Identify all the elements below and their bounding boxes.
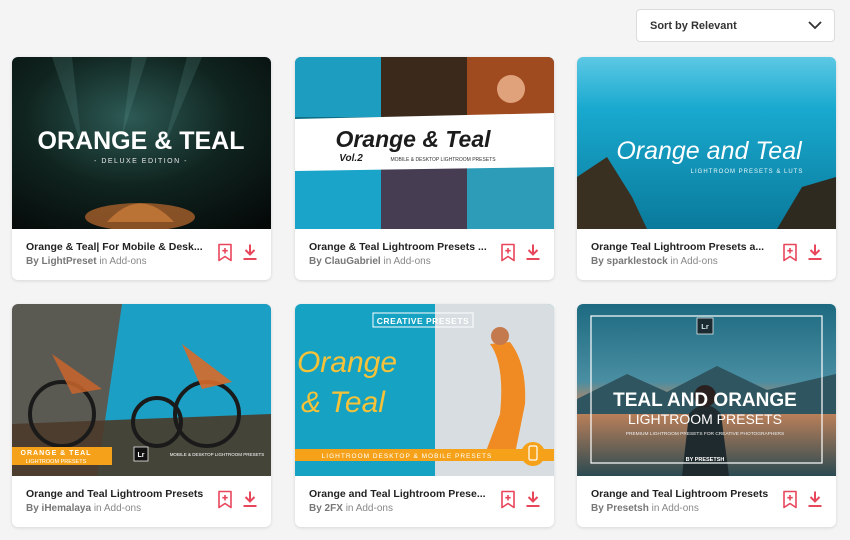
item-thumbnail[interactable]: Lr TEAL AND ORANGE LIGHTROOM PRESETS PRE… [577, 304, 836, 476]
art-headline: ORANGE & TEAL [38, 127, 245, 155]
item-author[interactable]: By 2FX [309, 503, 343, 514]
art-subline: LIGHTROOM PRESETS & LUTS [691, 169, 804, 175]
item-card[interactable]: ORANGE & TEAL - DELUXE EDITION - Orange … [12, 57, 271, 280]
item-category: in Add-ons [345, 503, 393, 514]
sort-label: Sort by Relevant [650, 19, 737, 32]
item-title[interactable]: Orange and Teal Lightroom Presets [591, 488, 781, 500]
art-headline: Orange [297, 346, 397, 379]
item-thumbnail[interactable]: Orange and Teal LIGHTROOM PRESETS & LUTS [577, 57, 836, 229]
item-author[interactable]: By ClauGabriel [309, 256, 381, 267]
item-card[interactable]: Lr TEAL AND ORANGE LIGHTROOM PRESETS PRE… [577, 304, 836, 527]
download-icon[interactable] [242, 490, 260, 510]
item-thumbnail[interactable]: CREATIVE PRESETS Orange & Teal LIGHTROOM… [295, 304, 554, 476]
item-title[interactable]: Orange Teal Lightroom Presets a... [591, 241, 781, 253]
sort-dropdown[interactable]: Sort by Relevant [636, 9, 835, 42]
art-headline: ORANGE & TEAL [21, 450, 92, 457]
art-badge: Lr [701, 322, 709, 331]
item-thumbnail[interactable]: ORANGE & TEAL LIGHTROOM PRESETS Lr MOBIL… [12, 304, 271, 476]
bookmark-add-icon[interactable] [217, 243, 235, 263]
item-thumbnail[interactable]: ORANGE & TEAL - DELUXE EDITION - [12, 57, 271, 229]
item-card[interactable]: CREATIVE PRESETS Orange & Teal LIGHTROOM… [295, 304, 554, 527]
art-headline: Orange & Teal [335, 126, 491, 152]
art-subline: LIGHTROOM PRESETS [26, 459, 87, 465]
bookmark-add-icon[interactable] [782, 243, 800, 263]
chevron-down-icon [808, 21, 822, 30]
bookmark-add-icon[interactable] [782, 490, 800, 510]
item-title[interactable]: Orange and Teal Lightroom Presets [26, 488, 216, 500]
download-icon[interactable] [807, 490, 825, 510]
art-subline: MOBILE & DESKTOP LIGHTROOM PRESETS [390, 157, 496, 163]
art-byline: BY PRESETSH [686, 457, 725, 463]
bookmark-add-icon[interactable] [500, 490, 518, 510]
download-icon[interactable] [525, 490, 543, 510]
item-card[interactable]: Orange & Teal Vol.2 MOBILE & DESKTOP LIG… [295, 57, 554, 280]
item-card[interactable]: Orange and Teal LIGHTROOM PRESETS & LUTS… [577, 57, 836, 280]
art-subline: LIGHTROOM DESKTOP & MOBILE PRESETS [322, 453, 493, 460]
item-title[interactable]: Orange and Teal Lightroom Prese... [309, 488, 499, 500]
art-headline-2: & Teal [301, 386, 386, 419]
item-author[interactable]: By iHemalaya [26, 503, 91, 514]
item-author[interactable]: By Presetsh [591, 503, 649, 514]
art-headline: Orange and Teal [616, 137, 803, 165]
art-right-text: MOBILE & DESKTOP LIGHTROOM PRESETS [170, 452, 265, 457]
item-category: in Add-ons [99, 256, 147, 267]
item-author[interactable]: By sparklestock [591, 256, 668, 267]
art-headline: TEAL AND ORANGE [613, 390, 797, 411]
item-thumbnail[interactable]: Orange & Teal Vol.2 MOBILE & DESKTOP LIG… [295, 57, 554, 229]
art-tag: Vol.2 [339, 153, 363, 164]
item-category: in Add-ons [670, 256, 718, 267]
art-subline: PREMIUM LIGHTROOM PRESETS FOR CREATIVE P… [626, 431, 784, 437]
art-headline-2: LIGHTROOM PRESETS [628, 411, 782, 427]
art-tag: CREATIVE PRESETS [377, 316, 469, 326]
item-card[interactable]: ORANGE & TEAL LIGHTROOM PRESETS Lr MOBIL… [12, 304, 271, 527]
item-title[interactable]: Orange & Teal Lightroom Presets ... [309, 241, 499, 253]
item-category: in Add-ons [93, 503, 142, 514]
download-icon[interactable] [242, 243, 260, 263]
art-badge: Lr [138, 452, 145, 459]
download-icon[interactable] [525, 243, 543, 263]
item-title[interactable]: Orange & Teal| For Mobile & Desk... [26, 241, 216, 253]
art-subline: - DELUXE EDITION - [94, 158, 188, 165]
item-category: in Add-ons [383, 256, 431, 267]
item-author[interactable]: By LightPreset [26, 256, 97, 267]
bookmark-add-icon[interactable] [500, 243, 518, 263]
bookmark-add-icon[interactable] [217, 490, 235, 510]
item-category: in Add-ons [651, 503, 699, 514]
download-icon[interactable] [807, 243, 825, 263]
